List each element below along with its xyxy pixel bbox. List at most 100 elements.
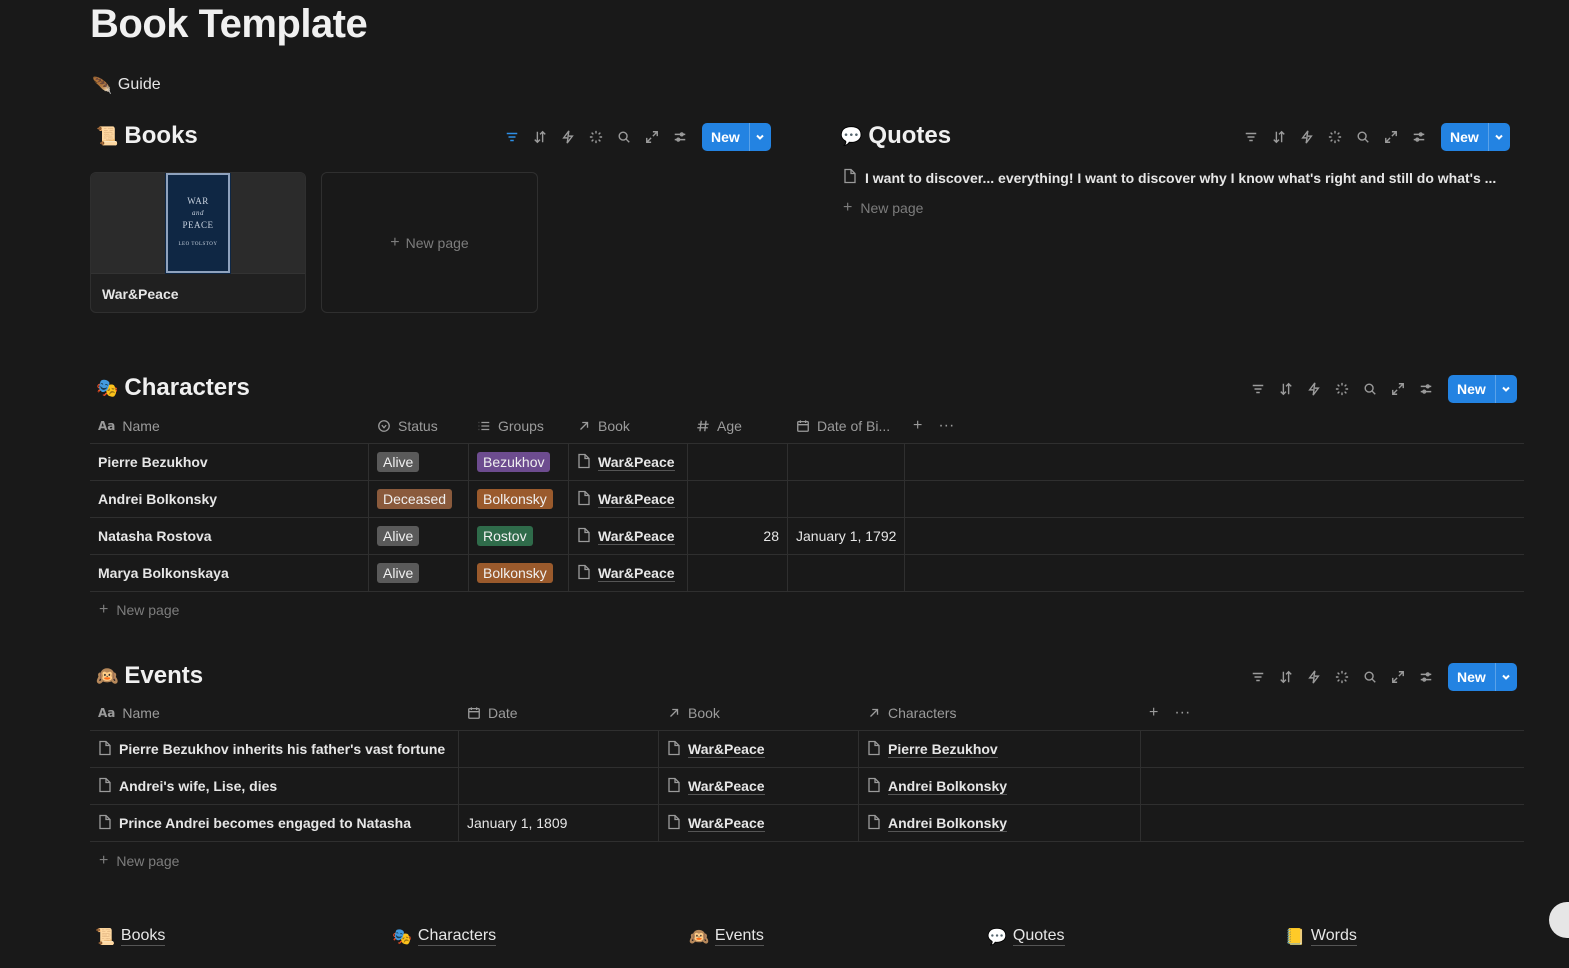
age-cell[interactable]: 28 [688, 518, 788, 554]
date-cell[interactable] [459, 731, 659, 767]
books-new-page-card[interactable]: + New page [321, 172, 538, 313]
column-header-book[interactable]: Book [569, 408, 688, 443]
more-options-icon[interactable]: ··· [1174, 704, 1190, 722]
chevron-down-icon[interactable] [1494, 375, 1517, 403]
book-link[interactable]: War&Peace [598, 528, 675, 545]
book-cell[interactable]: War&Peace [659, 731, 859, 767]
characters-db-title[interactable]: 🎭 Characters [96, 374, 250, 402]
automation-icon[interactable] [1304, 667, 1324, 687]
quotes-new-page[interactable]: + New page [843, 199, 923, 217]
age-cell[interactable] [688, 444, 788, 480]
groups-cell[interactable]: Bolkonsky [469, 555, 569, 591]
groups-cell[interactable]: Bezukhov [469, 444, 569, 480]
dob-cell[interactable] [788, 444, 905, 480]
chevron-down-icon[interactable] [1487, 123, 1510, 151]
name-cell[interactable]: Pierre Bezukhov [90, 444, 369, 480]
column-header-characters[interactable]: Characters [859, 695, 1141, 730]
date-cell[interactable] [459, 768, 659, 804]
expand-icon[interactable] [642, 127, 662, 147]
book-link[interactable]: War&Peace [688, 778, 765, 795]
characters-new-button[interactable]: New [1448, 375, 1517, 403]
events-new-button[interactable]: New [1448, 663, 1517, 691]
name-cell[interactable]: Marya Bolkonskaya [90, 555, 369, 591]
sort-icon[interactable] [530, 127, 550, 147]
book-cell[interactable]: War&Peace [659, 805, 859, 841]
groups-cell[interactable]: Rostov [469, 518, 569, 554]
book-link[interactable]: War&Peace [688, 815, 765, 832]
age-cell[interactable] [688, 555, 788, 591]
events-new-page[interactable]: + New page [99, 852, 179, 870]
help-button[interactable] [1549, 902, 1569, 938]
book-cell[interactable]: War&Peace [569, 481, 688, 517]
event-name[interactable]: Andrei's wife, Lise, dies [119, 778, 277, 794]
chevron-down-icon[interactable] [1494, 663, 1517, 691]
expand-icon[interactable] [1388, 667, 1408, 687]
footer-link-words[interactable]: 📒 Words [1285, 927, 1357, 946]
age-cell[interactable] [688, 481, 788, 517]
date-cell[interactable]: January 1, 1809 [459, 805, 659, 841]
search-icon[interactable] [1353, 127, 1373, 147]
column-header-book[interactable]: Book [659, 695, 859, 730]
book-link[interactable]: War&Peace [598, 454, 675, 471]
characters-new-page[interactable]: + New page [99, 601, 179, 619]
name-cell[interactable]: Pierre Bezukhov inherits his father's va… [90, 731, 459, 767]
groups-cell[interactable]: Bolkonsky [469, 481, 569, 517]
column-header-status[interactable]: Status [369, 408, 469, 443]
filter-icon[interactable] [502, 127, 522, 147]
table-row[interactable]: Marya Bolkonskaya Alive Bolkonsky War&Pe… [90, 555, 1524, 592]
quote-list-item[interactable]: I want to discover... everything! I want… [843, 168, 1503, 187]
table-row[interactable]: Natasha Rostova Alive Rostov War&Peace 2… [90, 518, 1524, 555]
characters-cell[interactable]: Andrei Bolkonsky [859, 805, 1141, 841]
book-link[interactable]: War&Peace [598, 491, 675, 508]
search-icon[interactable] [1360, 667, 1380, 687]
ai-sparkle-icon[interactable] [1332, 379, 1352, 399]
settings-icon[interactable] [1409, 127, 1429, 147]
book-cell[interactable]: War&Peace [569, 555, 688, 591]
automation-icon[interactable] [1304, 379, 1324, 399]
event-name[interactable]: Pierre Bezukhov inherits his father's va… [119, 741, 445, 757]
character-link[interactable]: Andrei Bolkonsky [888, 815, 1008, 832]
ai-sparkle-icon[interactable] [1325, 127, 1345, 147]
book-link[interactable]: War&Peace [688, 741, 765, 758]
status-cell[interactable]: Alive [369, 555, 469, 591]
ai-sparkle-icon[interactable] [586, 127, 606, 147]
footer-link-characters[interactable]: 🎭 Characters [392, 927, 497, 946]
ai-sparkle-icon[interactable] [1332, 667, 1352, 687]
expand-icon[interactable] [1388, 379, 1408, 399]
add-column-icon[interactable]: + [913, 417, 922, 435]
filter-icon[interactable] [1241, 127, 1261, 147]
dob-cell[interactable]: January 1, 1792 [788, 518, 905, 554]
more-options-icon[interactable]: ··· [938, 417, 954, 435]
characters-cell[interactable]: Pierre Bezukhov [859, 731, 1141, 767]
name-cell[interactable]: Natasha Rostova [90, 518, 369, 554]
settings-icon[interactable] [1416, 379, 1436, 399]
book-cell[interactable]: War&Peace [569, 518, 688, 554]
search-icon[interactable] [1360, 379, 1380, 399]
column-header-dob[interactable]: Date of Bi... [788, 408, 905, 443]
book-cell[interactable]: War&Peace [569, 444, 688, 480]
expand-icon[interactable] [1381, 127, 1401, 147]
table-row[interactable]: Pierre Bezukhov Alive Bezukhov War&Peace [90, 444, 1524, 481]
automation-icon[interactable] [1297, 127, 1317, 147]
footer-link-books[interactable]: 📜 Books [95, 927, 166, 946]
quotes-db-title[interactable]: 💬 Quotes [840, 122, 951, 150]
table-row[interactable]: Andrei's wife, Lise, dies War&Peace Andr… [90, 768, 1524, 805]
book-cell[interactable]: War&Peace [659, 768, 859, 804]
column-header-name[interactable]: Aa Name [90, 408, 369, 443]
column-header-name[interactable]: Aa Name [90, 695, 459, 730]
sort-icon[interactable] [1269, 127, 1289, 147]
search-icon[interactable] [614, 127, 634, 147]
automation-icon[interactable] [558, 127, 578, 147]
dob-cell[interactable] [788, 481, 905, 517]
books-db-title[interactable]: 📜 Books [96, 122, 198, 150]
books-new-button[interactable]: New [702, 123, 771, 151]
table-row[interactable]: Pierre Bezukhov inherits his father's va… [90, 731, 1524, 768]
guide-link[interactable]: 🪶 Guide [92, 72, 161, 98]
quotes-new-button[interactable]: New [1441, 123, 1510, 151]
add-column-icon[interactable]: + [1149, 704, 1158, 722]
settings-icon[interactable] [1416, 667, 1436, 687]
settings-icon[interactable] [670, 127, 690, 147]
column-header-groups[interactable]: Groups [469, 408, 569, 443]
table-row[interactable]: Prince Andrei becomes engaged to Natasha… [90, 805, 1524, 842]
status-cell[interactable]: Alive [369, 518, 469, 554]
